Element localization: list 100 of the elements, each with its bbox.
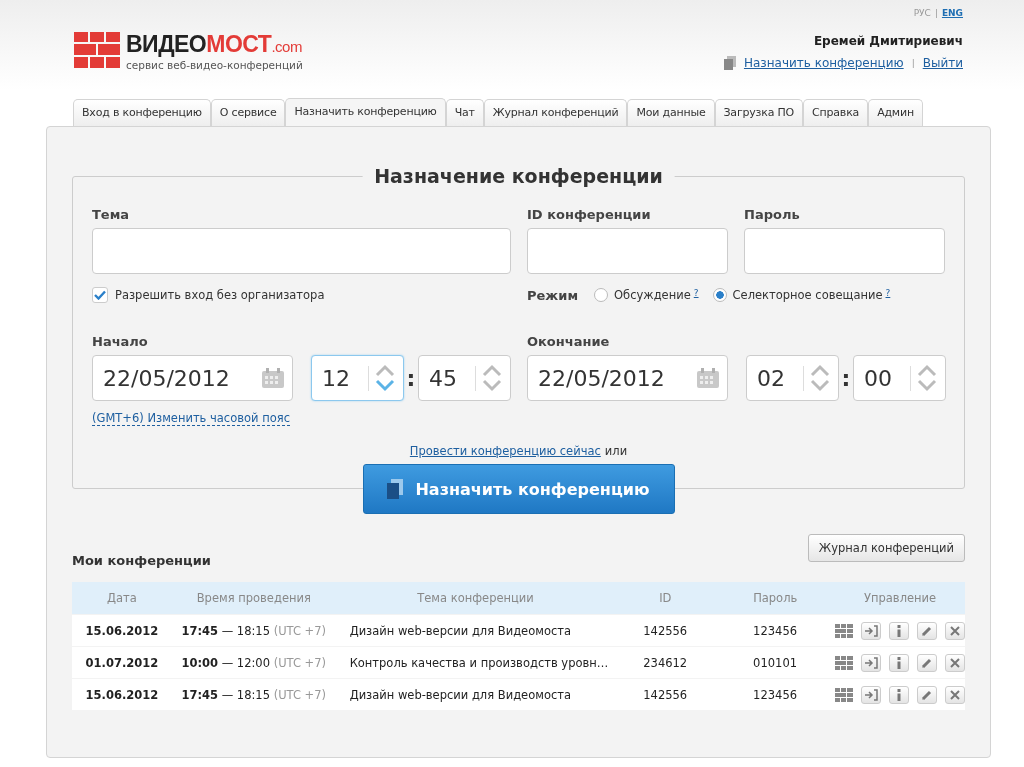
user-name: Еремей Дмитириевич — [813, 34, 963, 48]
field-label: Тема — [92, 207, 131, 222]
hour-spinner[interactable]: 02 — [746, 355, 839, 401]
logo-tagline: сервис веб-видео-конференций — [126, 59, 303, 71]
nav-tab[interactable]: Вход в конференцию — [73, 99, 211, 126]
mode-label: Режим — [527, 287, 579, 303]
close-icon — [950, 657, 960, 668]
column-header: Дата — [106, 591, 138, 605]
help-link[interactable]: ? — [885, 288, 891, 298]
or-text: или — [604, 444, 628, 458]
nav-tab[interactable]: Журнал конференций — [483, 99, 628, 126]
calendar-icon — [262, 368, 284, 388]
edit-button[interactable] — [917, 685, 937, 704]
date-field[interactable]: 22/05/2012 — [527, 355, 728, 401]
enter-icon — [864, 688, 878, 701]
column-header: Управление — [863, 591, 938, 605]
logout-link[interactable]: Выйти — [922, 56, 963, 70]
time-separator: : — [840, 365, 852, 391]
info-icon — [896, 656, 902, 669]
edit-button[interactable] — [917, 621, 937, 640]
table-cell-text: 123456 — [752, 687, 798, 702]
checkbox-label: Разрешить вход без организатора — [115, 288, 325, 302]
timezone-link[interactable]: (GMT+6) Изменить часовой пояс — [92, 411, 290, 426]
schedule-link[interactable]: Назначить конференцию — [743, 56, 904, 70]
logo-wordmark: ВИДЕОМОСТ.com — [126, 32, 303, 59]
pencil-icon — [921, 624, 933, 637]
help-link[interactable]: ? — [693, 288, 699, 298]
column-header: Тема конференции — [416, 591, 535, 605]
column-header: ID — [658, 591, 673, 605]
table-cell-text: 01.07.2012 — [84, 655, 160, 670]
nav-tab[interactable]: Назначить конференцию — [285, 98, 446, 126]
section-title: Мои конференции — [72, 553, 211, 568]
enter-icon — [864, 656, 878, 669]
table-cell-text: 234612 — [642, 655, 689, 670]
nav-tab[interactable]: Чат — [445, 99, 484, 126]
radio-label: Обсуждение — [614, 288, 691, 302]
info-icon — [896, 624, 902, 637]
separator: | — [911, 58, 915, 68]
info-button[interactable] — [889, 653, 909, 672]
start-now-link[interactable]: Провести конференцию сейчас — [409, 444, 601, 458]
language-link[interactable]: ENG — [941, 8, 963, 18]
table-cell-text: 17:45 — 18:15 (UTC +7) — [180, 623, 328, 638]
grid-icon[interactable] — [835, 687, 853, 702]
radio-label: Селекторное совещание — [732, 288, 883, 302]
enter-button[interactable] — [861, 621, 881, 640]
delete-button[interactable] — [945, 685, 965, 704]
topic-field[interactable] — [92, 228, 511, 274]
info-button[interactable] — [889, 685, 909, 704]
table-cell-text: Дизайн web-версии для Видеомоста — [348, 623, 572, 638]
checkbox[interactable] — [92, 287, 108, 303]
enter-button[interactable] — [861, 685, 881, 704]
field-label: Пароль — [744, 207, 801, 222]
conference-id-field[interactable] — [527, 228, 728, 274]
table-cell-text: Дизайн web-версии для Видеомоста — [348, 687, 572, 702]
table-cell-text: 15.06.2012 — [84, 687, 160, 702]
date-field[interactable]: 22/05/2012 — [92, 355, 293, 401]
hour-spinner[interactable]: 12 — [311, 355, 404, 401]
table-cell-text: 142556 — [642, 623, 689, 638]
password-field[interactable] — [744, 228, 945, 274]
table-cell-text: 123456 — [752, 623, 798, 638]
minute-spinner[interactable]: 45 — [418, 355, 511, 401]
info-button[interactable] — [889, 621, 909, 640]
delete-button[interactable] — [945, 653, 965, 672]
separator: | — [934, 8, 938, 18]
minute-spinner[interactable]: 00 — [853, 355, 946, 401]
table-cell-text: 15.06.2012 — [84, 623, 160, 638]
column-header: Время проведения — [195, 591, 312, 605]
nav-tab[interactable]: О сервисе — [210, 99, 286, 126]
field-label: Окончание — [527, 334, 611, 349]
close-icon — [950, 625, 960, 636]
table-cell-text: 142556 — [642, 687, 689, 702]
delete-button[interactable] — [945, 621, 965, 640]
journal-button[interactable]: Журнал конференций — [807, 534, 965, 562]
table-cell-text: 10:00 — 12:00 (UTC +7) — [180, 655, 328, 670]
field-label: ID конференции — [527, 207, 652, 222]
enter-button[interactable] — [861, 653, 881, 672]
close-icon — [950, 689, 960, 700]
pencil-icon — [921, 688, 933, 701]
logo-icon — [74, 32, 120, 68]
nav-tab[interactable]: Справка — [803, 99, 869, 126]
field-label: Начало — [92, 334, 149, 349]
info-icon — [896, 688, 902, 701]
grid-icon[interactable] — [835, 623, 853, 638]
pencil-icon — [921, 656, 933, 669]
nav-tab[interactable]: Админ — [868, 99, 923, 126]
time-separator: : — [405, 365, 417, 391]
nav-tab[interactable]: Мои данные — [627, 99, 715, 126]
enter-icon — [864, 624, 878, 637]
edit-button[interactable] — [917, 653, 937, 672]
table-cell-text: 17:45 — 18:15 (UTC +7) — [180, 687, 328, 702]
radio-button[interactable] — [594, 288, 609, 302]
documents-icon — [723, 56, 736, 70]
table-cell-text: Контроль качества и производств уровн… — [348, 655, 610, 670]
grid-icon[interactable] — [835, 655, 853, 670]
documents-icon — [387, 479, 404, 499]
schedule-button[interactable]: Назначить конференцию — [362, 464, 675, 514]
column-header: Пароль — [752, 591, 799, 605]
radio-button[interactable] — [712, 288, 727, 302]
calendar-icon — [697, 368, 719, 388]
nav-tab[interactable]: Загрузка ПО — [714, 99, 804, 126]
